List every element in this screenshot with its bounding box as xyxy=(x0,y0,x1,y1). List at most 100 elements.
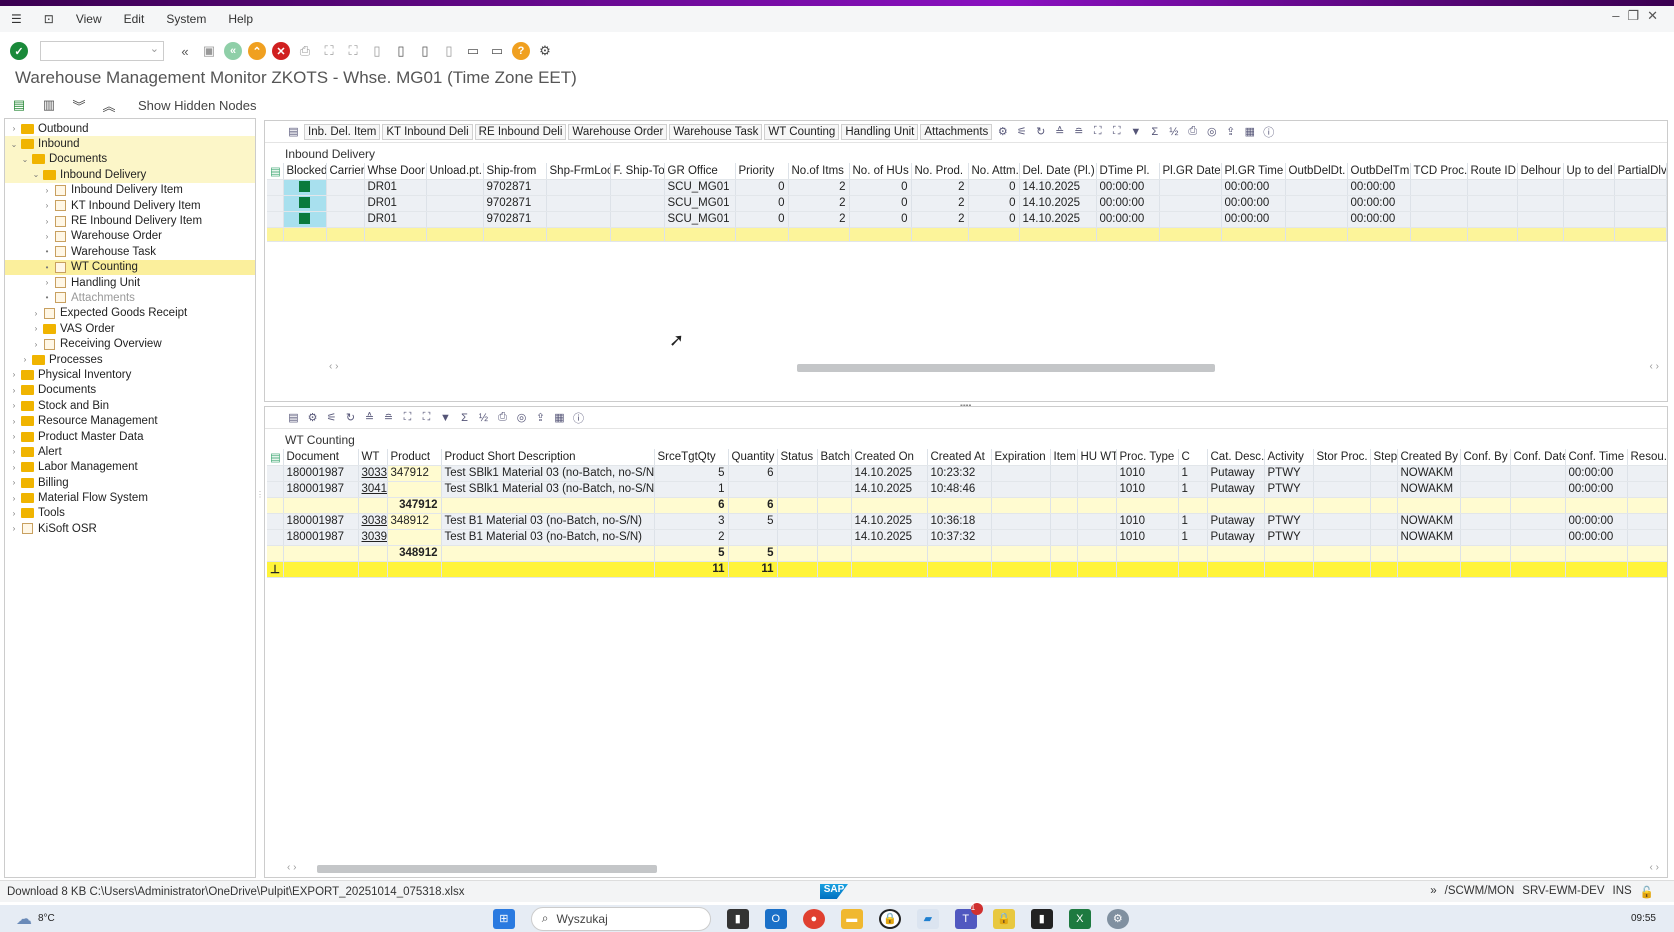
views-icon[interactable]: ◎ xyxy=(1203,124,1220,140)
info-icon[interactable]: ⓘ xyxy=(570,410,587,426)
column-header[interactable]: No. of HUs xyxy=(849,163,911,179)
column-header[interactable]: Whse Door xyxy=(364,163,426,179)
taskbar-search[interactable]: ⌕Wyszukaj xyxy=(531,907,711,931)
tree-node[interactable]: •Attachments xyxy=(5,290,255,305)
save-icon[interactable]: ▣ xyxy=(200,42,218,60)
column-header[interactable]: Document xyxy=(283,449,358,465)
layout-icon[interactable]: ▦ xyxy=(1241,124,1258,140)
column-header[interactable]: Quantity xyxy=(728,449,777,465)
select-all-icon[interactable]: ▤ xyxy=(267,163,283,179)
filter-icon[interactable]: ▼ xyxy=(1127,124,1144,140)
tree-node[interactable]: ⌄Inbound Delivery xyxy=(5,167,255,182)
tab-warehouse-task[interactable]: Warehouse Task xyxy=(669,124,762,140)
actions-icon[interactable]: ⚙ xyxy=(994,124,1011,140)
actions2-icon[interactable]: ⚟ xyxy=(1013,124,1030,140)
column-header[interactable]: HU WT xyxy=(1077,449,1116,465)
column-header[interactable]: Resou... xyxy=(1627,449,1668,465)
column-header[interactable]: Carrier xyxy=(326,163,364,179)
column-header[interactable]: Conf. Date xyxy=(1510,449,1565,465)
menu-edit[interactable]: Edit xyxy=(113,12,156,26)
chevron-right-icon[interactable]: › xyxy=(9,432,19,441)
total-row[interactable]: ⊥1111 xyxy=(267,561,1668,577)
tab-wt-counting[interactable]: WT Counting xyxy=(764,124,839,140)
menu-help[interactable]: Help xyxy=(217,12,264,26)
weather-cloud-icon[interactable]: ☁ xyxy=(16,909,32,929)
column-header[interactable]: Cat. Desc. xyxy=(1207,449,1264,465)
vpn-lock-icon[interactable]: 🔒 xyxy=(879,909,901,929)
node-user-icon[interactable]: ▤ xyxy=(10,96,28,114)
column-header[interactable]: Delhour xyxy=(1517,163,1563,179)
column-header[interactable]: No. Attm. xyxy=(968,163,1019,179)
table-row[interactable]: DR019702871SCU_MG010202014.10.202500:00:… xyxy=(267,211,1666,227)
chevron-right-icon[interactable]: › xyxy=(9,494,19,503)
tree-node[interactable]: ›Labor Management xyxy=(5,460,255,475)
row-selector[interactable]: ⊥ xyxy=(267,561,283,577)
warehouse-task-link[interactable]: 3041 xyxy=(358,481,387,497)
column-header[interactable]: Conf. By xyxy=(1460,449,1510,465)
column-header[interactable]: Up to del xyxy=(1563,163,1614,179)
show-hidden-nodes-button[interactable]: Show Hidden Nodes xyxy=(138,98,257,113)
column-header[interactable]: Created On xyxy=(851,449,927,465)
chevron-right-icon[interactable]: › xyxy=(9,370,19,379)
column-header[interactable]: GR Office xyxy=(664,163,735,179)
tree-node[interactable]: ›Handling Unit xyxy=(5,275,255,290)
chevron-right-icon[interactable]: › xyxy=(42,217,52,226)
column-header[interactable]: Del. Date (Pl.) xyxy=(1019,163,1096,179)
chevron-right-icon[interactable]: › xyxy=(9,524,19,533)
tree-node[interactable]: ›Stock and Bin xyxy=(5,398,255,413)
chevron-right-icon[interactable]: › xyxy=(42,186,52,195)
layout-icon[interactable]: ▥ xyxy=(40,96,58,114)
subtotal-row[interactable]: 34791266 xyxy=(267,497,1668,513)
tree-node[interactable]: ›KiSoft OSR xyxy=(5,521,255,536)
column-header[interactable]: Batch xyxy=(817,449,851,465)
excel-icon[interactable]: X xyxy=(1069,909,1091,929)
tree-node[interactable]: ›Billing xyxy=(5,475,255,490)
row-selector[interactable] xyxy=(267,545,283,561)
next-page-icon[interactable]: ▯ xyxy=(416,42,434,60)
vertical-splitter[interactable]: ⋮ xyxy=(256,490,260,510)
column-header[interactable]: Activity xyxy=(1264,449,1313,465)
last-page-icon[interactable]: ▯ xyxy=(440,42,458,60)
tree-node[interactable]: ⌄Inbound xyxy=(5,136,255,151)
tree-node[interactable]: ›Documents xyxy=(5,383,255,398)
tree-node[interactable]: ›Warehouse Order xyxy=(5,229,255,244)
table-row[interactable]: 1800019873039Test B1 Material 03 (no-Bat… xyxy=(267,529,1668,545)
tree-node[interactable]: ›Product Master Data xyxy=(5,429,255,444)
chevron-right-icon[interactable]: › xyxy=(31,340,41,349)
row-selector[interactable] xyxy=(267,529,283,545)
column-header[interactable]: DTime Pl. xyxy=(1096,163,1159,179)
bullet-icon[interactable]: • xyxy=(42,247,52,256)
find-next-icon[interactable]: ⛶ xyxy=(344,42,362,60)
tree-node[interactable]: ›Expected Goods Receipt xyxy=(5,306,255,321)
scrollbar-thumb[interactable] xyxy=(797,364,1215,372)
lock-icon[interactable]: 🔓 xyxy=(1640,885,1654,899)
column-header[interactable]: Priority xyxy=(735,163,788,179)
chevron-down-icon[interactable]: ⌄ xyxy=(20,155,30,164)
window-controls[interactable]: –❐✕ xyxy=(1612,8,1666,24)
keepass-lock-icon[interactable]: 🔒 xyxy=(993,909,1015,929)
tree-node[interactable]: ›Physical Inventory xyxy=(5,367,255,382)
exit-icon[interactable]: ⌃ xyxy=(248,42,266,60)
menu-icon[interactable]: ☰ xyxy=(0,12,33,26)
column-header[interactable]: TCD Proc. xyxy=(1410,163,1467,179)
export-icon[interactable]: ⇪ xyxy=(1222,124,1239,140)
chevron-right-icon[interactable]: › xyxy=(31,324,41,333)
column-header[interactable]: OutbDelDt. xyxy=(1285,163,1347,179)
subtotal-icon[interactable]: ½ xyxy=(1165,124,1182,140)
table-row[interactable]: 1800019873033347912Test SBlk1 Material 0… xyxy=(267,465,1668,481)
print-icon[interactable]: ⎙ xyxy=(296,42,314,60)
tab-warehouse-order[interactable]: Warehouse Order xyxy=(568,124,667,140)
column-header[interactable]: Shp-FrmLoc xyxy=(546,163,610,179)
chevron-down-icon[interactable]: ⌄ xyxy=(31,170,41,179)
tree-node[interactable]: ›VAS Order xyxy=(5,321,255,336)
column-header[interactable]: Created By xyxy=(1397,449,1460,465)
tree-node[interactable]: ›Processes xyxy=(5,352,255,367)
refresh-icon[interactable]: ↻ xyxy=(342,410,359,426)
details-icon[interactable]: ▤ xyxy=(285,124,302,140)
column-header[interactable]: WT xyxy=(358,449,387,465)
find-icon[interactable]: ⛶ xyxy=(1089,124,1106,140)
find-icon[interactable]: ⛶ xyxy=(320,42,338,60)
tab-inb-del-item[interactable]: Inb. Del. Item xyxy=(304,124,380,140)
tree-node[interactable]: ›Tools xyxy=(5,506,255,521)
chevron-right-icon[interactable]: › xyxy=(42,201,52,210)
